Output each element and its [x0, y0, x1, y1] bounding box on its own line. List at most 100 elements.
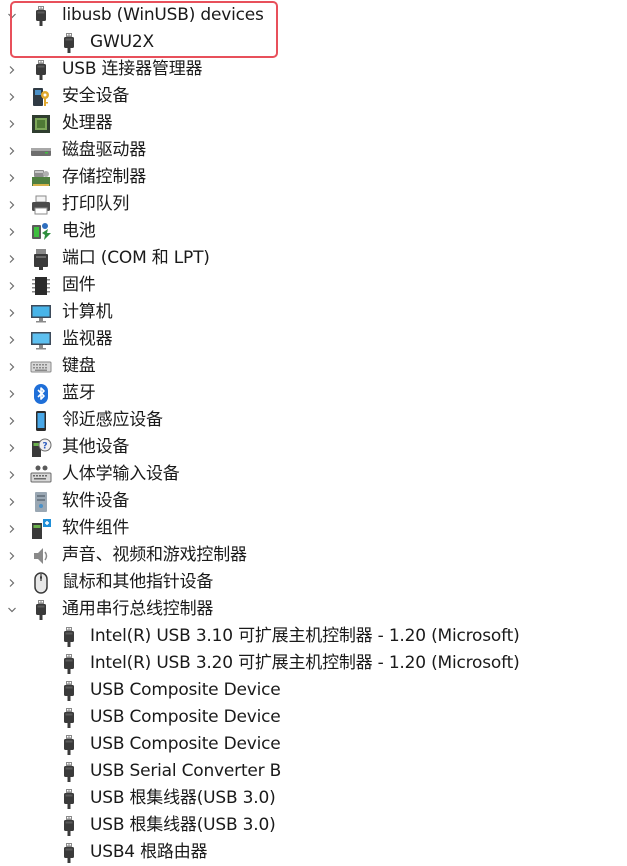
usb-plug-icon	[30, 5, 52, 27]
tree-category[interactable]: 端口 (COM 和 LPT)	[0, 245, 627, 272]
tree-item-label: 存储控制器	[62, 167, 146, 187]
tree-category[interactable]: 蓝牙	[0, 380, 627, 407]
tree-category[interactable]: 固件	[0, 272, 627, 299]
tree-item-label: 软件组件	[62, 518, 130, 538]
tree-item-label: 邻近感应设备	[62, 410, 163, 430]
svg-text:?: ?	[42, 441, 47, 451]
tree-device[interactable]: USB Composite Device	[0, 731, 627, 758]
chevron-down-icon[interactable]	[6, 10, 18, 22]
mouse-icon	[30, 571, 52, 594]
chevron-right-icon[interactable]	[6, 469, 18, 481]
chevron-right-icon[interactable]	[6, 199, 18, 211]
tree-device[interactable]: USB Composite Device	[0, 704, 627, 731]
tree-item-label: 声音、视频和游戏控制器	[62, 545, 247, 565]
tree-item-label: libusb (WinUSB) devices	[62, 5, 264, 25]
usb-plug-icon	[58, 734, 80, 756]
tree-item-label: 鼠标和其他指针设备	[62, 572, 214, 592]
processor-chip-icon	[30, 113, 52, 135]
chevron-right-icon[interactable]	[6, 145, 18, 157]
chevron-right-icon[interactable]	[6, 226, 18, 238]
disk-drive-icon	[30, 140, 52, 162]
tree-category[interactable]: 声音、视频和游戏控制器	[0, 542, 627, 569]
storage-controller-icon	[30, 167, 52, 189]
tree-item-label: 处理器	[62, 113, 113, 133]
tree-item-label: USB 根集线器(USB 3.0)	[90, 815, 276, 835]
tree-item-label: 固件	[62, 275, 96, 295]
chevron-right-icon[interactable]	[6, 415, 18, 427]
keyboard-icon	[30, 356, 52, 378]
tree-category[interactable]: 键盘	[0, 353, 627, 380]
tree-item-label: 安全设备	[62, 86, 130, 106]
tree-category[interactable]: 软件组件	[0, 515, 627, 542]
tree-category[interactable]: 人体学输入设备	[0, 461, 627, 488]
tree-device[interactable]: Intel(R) USB 3.10 可扩展主机控制器 - 1.20 (Micro…	[0, 623, 627, 650]
tree-item-label: USB4 根路由器	[90, 842, 208, 862]
tree-category[interactable]: 安全设备	[0, 83, 627, 110]
tree-category[interactable]: 存储控制器	[0, 164, 627, 191]
tree-item-label: 磁盘驱动器	[62, 140, 146, 160]
tree-category[interactable]: 软件设备	[0, 488, 627, 515]
chevron-right-icon[interactable]	[6, 361, 18, 373]
chevron-right-icon[interactable]	[6, 118, 18, 130]
software-device-icon	[30, 491, 52, 513]
chevron-right-icon[interactable]	[6, 280, 18, 292]
tree-device[interactable]: USB 根集线器(USB 3.0)	[0, 812, 627, 839]
tree-item-label: USB 连接器管理器	[62, 59, 203, 79]
tree-device[interactable]: USB Composite Device	[0, 677, 627, 704]
tree-item-label: 软件设备	[62, 491, 130, 511]
tree-category[interactable]: USB 连接器管理器	[0, 56, 627, 83]
tree-item-label: 人体学输入设备	[62, 464, 180, 484]
tree-device[interactable]: USB4 根路由器	[0, 839, 627, 866]
tree-item-label: 电池	[62, 221, 96, 241]
tree-category[interactable]: 计算机	[0, 299, 627, 326]
tree-category[interactable]: 电池	[0, 218, 627, 245]
tree-item-label: 通用串行总线控制器	[62, 599, 214, 619]
tree-category[interactable]: 鼠标和其他指针设备	[0, 569, 627, 596]
chevron-right-icon[interactable]	[6, 388, 18, 400]
tree-device[interactable]: GWU2X	[0, 29, 627, 56]
printer-icon	[30, 194, 52, 216]
tree-category[interactable]: 邻近感应设备	[0, 407, 627, 434]
usb-plug-icon	[30, 599, 52, 621]
tree-item-label: GWU2X	[90, 32, 154, 52]
usb-plug-icon	[58, 761, 80, 783]
chevron-right-icon[interactable]	[6, 523, 18, 535]
security-key-icon	[30, 86, 52, 108]
tree-category[interactable]: libusb (WinUSB) devices	[0, 2, 627, 29]
chevron-right-icon[interactable]	[6, 172, 18, 184]
tree-device[interactable]: Intel(R) USB 3.20 可扩展主机控制器 - 1.20 (Micro…	[0, 650, 627, 677]
tree-category[interactable]: 通用串行总线控制器	[0, 596, 627, 623]
tree-item-label: 键盘	[62, 356, 96, 376]
tree-device[interactable]: USB Serial Converter B	[0, 758, 627, 785]
chevron-right-icon[interactable]	[6, 442, 18, 454]
usb-plug-icon	[58, 815, 80, 837]
chevron-right-icon[interactable]	[6, 577, 18, 589]
monitor-icon	[30, 329, 52, 351]
chevron-right-icon[interactable]	[6, 496, 18, 508]
tree-item-label: USB 根集线器(USB 3.0)	[90, 788, 276, 808]
chevron-down-icon[interactable]	[6, 604, 18, 616]
tree-category[interactable]: 处理器	[0, 110, 627, 137]
chevron-right-icon[interactable]	[6, 91, 18, 103]
usb-plug-icon	[58, 32, 80, 54]
software-component-icon	[30, 518, 52, 540]
chevron-right-icon[interactable]	[6, 307, 18, 319]
chevron-right-icon[interactable]	[6, 334, 18, 346]
tree-category[interactable]: 打印队列	[0, 191, 627, 218]
unknown-device-icon: ?	[30, 437, 52, 459]
proximity-device-icon	[30, 410, 52, 432]
tree-item-label: Intel(R) USB 3.10 可扩展主机控制器 - 1.20 (Micro…	[90, 626, 520, 646]
chevron-right-icon[interactable]	[6, 64, 18, 76]
tree-item-label: USB Composite Device	[90, 707, 281, 727]
chevron-right-icon[interactable]	[6, 253, 18, 265]
tree-item-label: Intel(R) USB 3.20 可扩展主机控制器 - 1.20 (Micro…	[90, 653, 520, 673]
tree-category[interactable]: 磁盘驱动器	[0, 137, 627, 164]
chevron-right-icon[interactable]	[6, 550, 18, 562]
usb-plug-icon	[30, 59, 52, 81]
bluetooth-icon	[30, 383, 52, 405]
tree-item-label: 计算机	[62, 302, 113, 322]
tree-category[interactable]: 监视器	[0, 326, 627, 353]
tree-category[interactable]: ? 其他设备	[0, 434, 627, 461]
tree-device[interactable]: USB 根集线器(USB 3.0)	[0, 785, 627, 812]
speaker-icon	[30, 545, 52, 567]
